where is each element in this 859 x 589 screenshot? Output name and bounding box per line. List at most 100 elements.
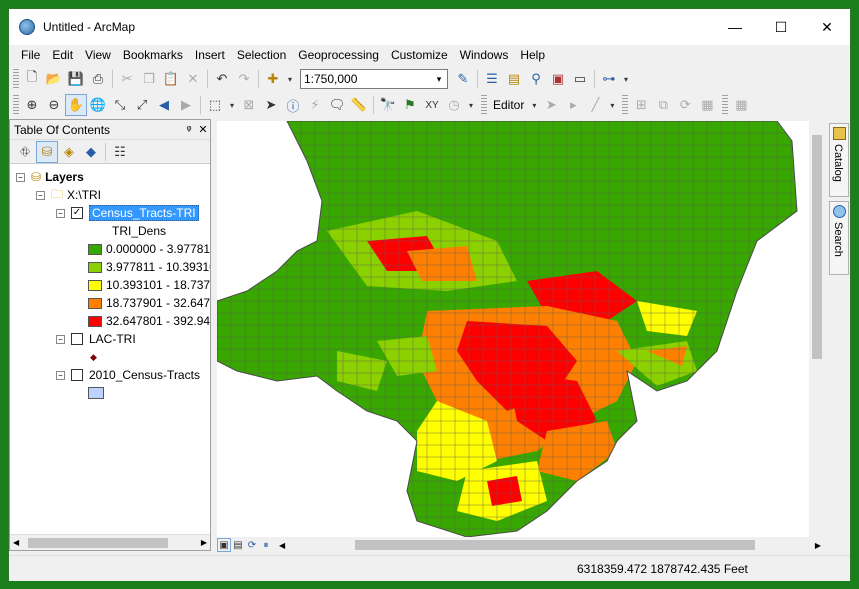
menu-geoprocessing[interactable]: Geoprocessing (292, 45, 385, 65)
georef-move-icon[interactable]: ⧉ (652, 94, 674, 116)
layer-visibility-checkbox[interactable] (71, 333, 83, 345)
close-button[interactable]: ✕ (804, 9, 850, 45)
hyperlink-icon[interactable]: ⚡ (304, 94, 326, 116)
legend-class-2[interactable]: 3.977811 - 10.393100 (88, 258, 210, 276)
scroll-left-icon[interactable]: ◀ (279, 541, 285, 550)
clear-selection-icon[interactable]: ⊠ (238, 94, 260, 116)
copy-icon[interactable]: ❐ (138, 68, 160, 90)
edit-annotation-icon[interactable]: ▸ (562, 94, 584, 116)
menu-selection[interactable]: Selection (231, 45, 292, 65)
chevron-down-icon[interactable]: ▾ (528, 101, 540, 110)
chevron-down-icon[interactable]: ▾ (226, 101, 238, 110)
list-by-selection-icon[interactable]: ◆ (80, 141, 102, 163)
layer-visibility-checkbox[interactable]: ✓ (71, 207, 83, 219)
pause-drawing-icon[interactable]: ⏸ (259, 538, 273, 552)
data-view-icon[interactable]: ▣ (217, 538, 231, 552)
forward-extent-icon[interactable]: ▶ (175, 94, 197, 116)
scrollbar-thumb[interactable] (28, 538, 168, 548)
overflow-tool-icon[interactable]: ▦ (730, 94, 752, 116)
arctoolbox-icon[interactable]: ▣ (547, 68, 569, 90)
save-icon[interactable]: 💾 (65, 68, 87, 90)
scroll-right-icon[interactable]: ▶ (201, 538, 207, 547)
scroll-right-icon[interactable]: ▶ (815, 541, 821, 550)
time-slider-icon[interactable]: ◷ (443, 94, 465, 116)
layer-name[interactable]: Census_Tracts-TRI (89, 205, 199, 221)
select-features-icon[interactable]: ⬚ (204, 94, 226, 116)
catalog-window-icon[interactable]: ▤ (503, 68, 525, 90)
catalog-tab[interactable]: Catalog (829, 123, 849, 197)
measure-icon[interactable]: 📏 (348, 94, 370, 116)
search-window-icon[interactable]: ⚲ (525, 68, 547, 90)
layer-visibility-checkbox[interactable] (71, 369, 83, 381)
legend-point-symbol[interactable]: ◆ (90, 348, 97, 366)
full-extent-icon[interactable]: 🌐 (87, 94, 109, 116)
find-route-icon[interactable]: ⚑ (399, 94, 421, 116)
new-document-icon[interactable]: 🗋 (21, 68, 43, 90)
map-display[interactable] (217, 121, 825, 537)
cut-icon[interactable]: ✂ (116, 68, 138, 90)
georef-rotate-icon[interactable]: ⟳ (674, 94, 696, 116)
zoom-out-icon[interactable]: ⊖ (43, 94, 65, 116)
list-by-visibility-icon[interactable]: ◈ (58, 141, 80, 163)
menu-insert[interactable]: Insert (189, 45, 231, 65)
table-of-contents-icon[interactable]: ☰ (481, 68, 503, 90)
print-icon[interactable]: ⎙ (87, 68, 109, 90)
legend-polygon-symbol[interactable] (88, 384, 108, 402)
toolbar-options-icon[interactable]: ▾ (620, 75, 632, 84)
modelbuilder-icon[interactable]: ⊶ (598, 68, 620, 90)
add-data-icon[interactable]: ✚ (262, 68, 284, 90)
maximize-button[interactable]: ☐ (758, 9, 804, 45)
menu-edit[interactable]: Edit (46, 45, 79, 65)
editor-toolbar-icon[interactable]: ✎ (452, 68, 474, 90)
paste-icon[interactable]: 📋 (160, 68, 182, 90)
pan-icon[interactable]: ✋ (65, 94, 87, 116)
options-icon[interactable]: ☷ (109, 141, 131, 163)
map-scale-combobox[interactable]: 1:750,000 ▾ (300, 69, 448, 89)
go-to-xy-icon[interactable]: XY (421, 94, 443, 116)
toolbar-options-icon[interactable]: ▾ (465, 101, 477, 110)
undo-icon[interactable]: ↶ (211, 68, 233, 90)
menu-view[interactable]: View (79, 45, 117, 65)
scrollbar-thumb[interactable] (355, 540, 755, 550)
menu-help[interactable]: Help (514, 45, 551, 65)
tree-row-layer-census-tracts-tri[interactable]: − ✓ Census_Tracts-TRI (56, 204, 199, 222)
minimize-button[interactable]: — (712, 9, 758, 45)
edit-tool-icon[interactable]: ➤ (540, 94, 562, 116)
toolbar-grip[interactable] (481, 95, 487, 115)
collapse-icon[interactable]: − (16, 172, 25, 182)
chevron-down-icon[interactable]: ▾ (284, 75, 296, 84)
delete-icon[interactable]: ✕ (182, 68, 204, 90)
scroll-left-icon[interactable]: ◀ (13, 538, 19, 547)
list-by-drawing-order-icon[interactable]: ⛗ (14, 141, 36, 163)
legend-class-1[interactable]: 0.000000 - 3.977810 (88, 240, 210, 258)
georef-scale-icon[interactable]: ▦ (696, 94, 718, 116)
legend-class-5[interactable]: 32.647801 - 392.944000 (88, 312, 210, 330)
toolbar-grip[interactable] (622, 95, 629, 115)
chevron-down-icon[interactable]: ▾ (431, 74, 447, 85)
pin-icon[interactable]: ᵠ (182, 124, 196, 136)
fixed-zoom-out-icon[interactable]: ⤢ (131, 94, 153, 116)
layer-name[interactable]: LAC-TRI (89, 332, 136, 346)
toolbar-options-icon[interactable]: ▾ (606, 101, 618, 110)
map-vertical-scrollbar[interactable] (809, 121, 825, 537)
refresh-icon[interactable]: ⟳ (245, 538, 259, 552)
tree-row-layer-lac-tri[interactable]: − LAC-TRI (56, 330, 136, 348)
toolbar-grip[interactable] (13, 95, 19, 115)
georef-tool-icon[interactable]: ⊞ (630, 94, 652, 116)
find-icon[interactable]: 🔭 (377, 94, 399, 116)
back-extent-icon[interactable]: ◀ (153, 94, 175, 116)
layer-name[interactable]: 2010_Census-Tracts (89, 368, 200, 382)
collapse-icon[interactable]: − (56, 208, 65, 218)
search-tab[interactable]: Search (829, 201, 849, 275)
toolbar-grip[interactable] (13, 69, 19, 89)
python-window-icon[interactable]: ▭ (569, 68, 591, 90)
tree-row-layers[interactable]: − ⛁ Layers (16, 168, 84, 186)
open-folder-icon[interactable]: 📂 (43, 68, 65, 90)
collapse-icon[interactable]: − (36, 190, 45, 200)
html-popup-icon[interactable]: 🗨 (326, 94, 348, 116)
legend-class-3[interactable]: 10.393101 - 18.737900 (88, 276, 210, 294)
legend-class-4[interactable]: 18.737901 - 32.647800 (88, 294, 210, 312)
straight-segment-icon[interactable]: ╱ (584, 94, 606, 116)
select-elements-icon[interactable]: ➤ (260, 94, 282, 116)
menu-file[interactable]: File (15, 45, 46, 65)
